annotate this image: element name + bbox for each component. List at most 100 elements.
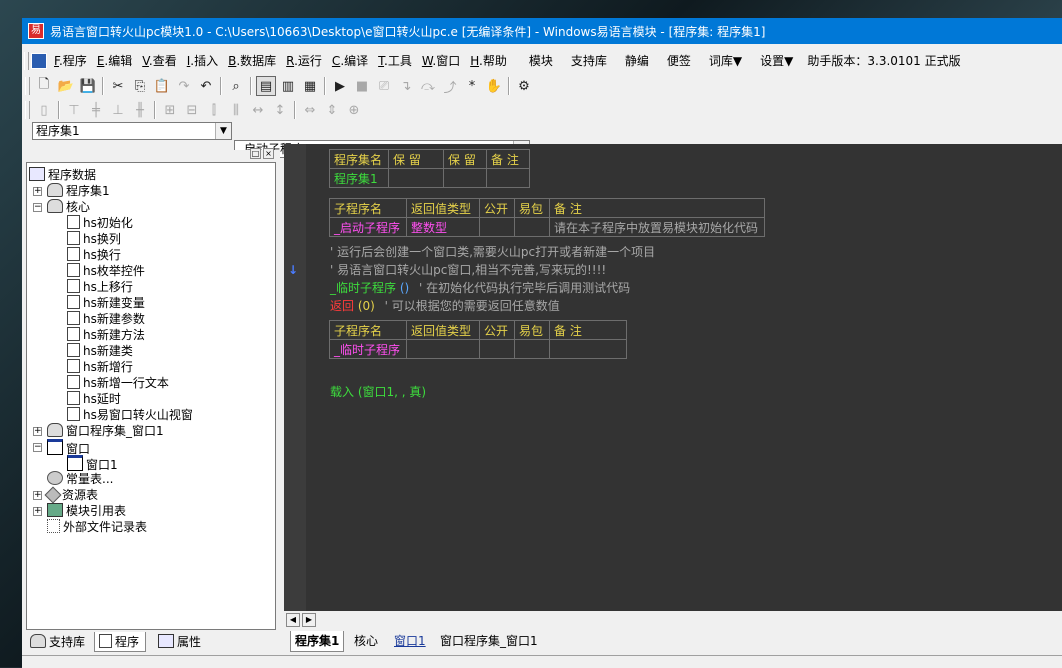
chevron-down-icon[interactable]: ▼ (215, 123, 231, 139)
open-folder-icon[interactable]: 📂 (56, 76, 76, 96)
table-cell[interactable] (479, 217, 515, 237)
code-return-line[interactable]: 返回 (0) ' 可以根据您的需要返回任意数值 (330, 298, 560, 314)
code-editor[interactable]: ↓ 程序集名 保 留 保 留 备 注 程序集1 子程序名 返回值类型 公开 易包… (284, 144, 1062, 611)
equal-width-icon[interactable]: ↔ (248, 100, 268, 120)
table-cell[interactable] (514, 217, 550, 237)
menu-view[interactable]: V.查看 (137, 51, 182, 71)
step-over-icon[interactable]: ⤼ (418, 76, 438, 96)
scroll-left-icon[interactable]: ◀ (286, 613, 300, 627)
tree-sub-hs-delay[interactable]: hs延时 (67, 391, 121, 407)
undo-icon[interactable]: ↶ (196, 76, 216, 96)
tree-root[interactable]: 程序数据 (29, 167, 96, 183)
table-cell[interactable] (486, 168, 530, 188)
collapse-icon[interactable]: − (33, 203, 42, 212)
assembly-table[interactable]: 程序集名 保 留 保 留 备 注 程序集1 (329, 149, 530, 188)
helper-icon[interactable]: ⚙ (514, 76, 534, 96)
remark-cell[interactable]: 请在本子程序中放置易模块初始化代码 (549, 217, 765, 237)
tree-sub-hs-row[interactable]: hs换行 (67, 247, 121, 263)
table-cell[interactable] (514, 339, 550, 359)
layout-view2-icon[interactable]: ▥ (278, 76, 298, 96)
toolbar-grip[interactable] (25, 77, 30, 95)
menu-module[interactable]: 模块 (524, 51, 558, 71)
redo-icon[interactable]: ↷ (174, 76, 194, 96)
copy-icon[interactable]: ⎘ (130, 76, 150, 96)
code-comment-line[interactable]: ' 易语言窗口转火山pc窗口,相当不完善,写来玩的!!!! (330, 262, 606, 278)
tree-node-constants[interactable]: 常量表... (47, 471, 113, 487)
table-cell[interactable] (406, 339, 480, 359)
align-left-icon[interactable]: ▯ (34, 100, 54, 120)
hand-icon[interactable]: ✋ (484, 76, 504, 96)
tree-node-window-assembly[interactable]: 窗口程序集_窗口1 (47, 423, 164, 439)
tree-node-external-files[interactable]: 外部文件记录表 (47, 519, 147, 535)
scroll-right-icon[interactable]: ▶ (302, 613, 316, 627)
menu-notes[interactable]: 便签 (662, 51, 696, 71)
menu-logo-icon[interactable] (31, 53, 47, 69)
tree-sub-hs-addtext[interactable]: hs新增一行文本 (67, 375, 169, 391)
title-bar[interactable]: 易 易语言窗口转火山pc模块1.0 - C:\Users\10663\Deskt… (22, 18, 1062, 44)
menu-program[interactable]: F.程序 (49, 51, 92, 71)
tab-program[interactable]: 程序 (94, 632, 147, 652)
panel-close-icon[interactable]: × (263, 148, 274, 159)
tab-window-assembly[interactable]: 窗口程序集_窗口1 (440, 631, 538, 651)
resize-width-icon[interactable]: ⇔ (300, 100, 320, 120)
tab-properties[interactable]: 属性 (154, 632, 207, 652)
tree-sub-hs-convert[interactable]: hs易窗口转火山视窗 (67, 407, 193, 423)
cut-icon[interactable]: ✂ (108, 76, 128, 96)
align-right-icon[interactable]: ╫ (130, 100, 150, 120)
tree-sub-hs-newclass[interactable]: hs新建类 (67, 343, 133, 359)
menu-window[interactable]: W.窗口 (417, 51, 465, 71)
tree-sub-hs-enum[interactable]: hs枚举控件 (67, 263, 145, 279)
menu-lexicon[interactable]: 词库▼ (704, 51, 747, 71)
layout-view3-icon[interactable]: ▦ (300, 76, 320, 96)
equal-height-icon[interactable]: ↕ (270, 100, 290, 120)
subroutine-table-temp[interactable]: 子程序名 返回值类型 公开 易包 备 注 _临时子程序 (329, 320, 627, 359)
run-icon[interactable]: ▶ (330, 76, 350, 96)
table-cell[interactable] (479, 339, 515, 359)
resize-height-icon[interactable]: ⇕ (322, 100, 342, 120)
resize-both-icon[interactable]: ⊕ (344, 100, 364, 120)
table-cell[interactable] (388, 168, 444, 188)
tree-sub-hs-init[interactable]: hs初始化 (67, 215, 133, 231)
tree-node-assembly1[interactable]: 程序集1 (47, 183, 110, 199)
panel-restore-icon[interactable]: □ (250, 148, 261, 159)
find-icon[interactable]: ⌕ (226, 76, 246, 96)
expand-icon[interactable]: + (33, 187, 42, 196)
breakpoint-icon[interactable]: * (462, 76, 482, 96)
subroutine-table-start[interactable]: 子程序名 返回值类型 公开 易包 备 注 _启动子程序 整数型 请在本子程序中放… (329, 198, 765, 237)
space-h-icon[interactable]: ⫿ (204, 100, 224, 120)
expand-icon[interactable]: + (33, 507, 42, 516)
align-hcenter-icon[interactable]: ╪ (86, 100, 106, 120)
subroutine-name-cell[interactable]: _启动子程序 (329, 217, 407, 237)
menu-tools[interactable]: T.工具 (373, 51, 417, 71)
code-hscrollbar[interactable]: ◀ ▶ (284, 611, 1062, 629)
menu-run[interactable]: R.运行 (281, 51, 327, 71)
tree-sub-hs-newvar[interactable]: hs新建变量 (67, 295, 145, 311)
save-icon[interactable]: 💾 (78, 76, 98, 96)
expand-icon[interactable]: + (33, 491, 42, 500)
tab-support-lib[interactable]: 支持库 (26, 632, 91, 652)
toolbar2-grip[interactable] (25, 101, 30, 119)
tree-node-core[interactable]: 核心 (47, 199, 90, 215)
stop-icon[interactable]: ■ (352, 76, 372, 96)
menu-support-lib[interactable]: 支持库 (566, 51, 612, 71)
center-v-icon[interactable]: ⊟ (182, 100, 202, 120)
tree-sub-hs-newparam[interactable]: hs新建参数 (67, 311, 145, 327)
align-top-icon[interactable]: ⊤ (64, 100, 84, 120)
assembly-select[interactable]: 程序集1 ▼ (32, 122, 232, 140)
return-type-cell[interactable]: 整数型 (406, 217, 480, 237)
tree-sub-hs-col[interactable]: hs换列 (67, 231, 121, 247)
tree-sub-hs-addrow[interactable]: hs新增行 (67, 359, 133, 375)
tree-sub-hs-moveup[interactable]: hs上移行 (67, 279, 133, 295)
tab-window1[interactable]: 窗口1 (394, 631, 426, 651)
space-v-icon[interactable]: ⫼ (226, 100, 246, 120)
menu-compile[interactable]: C.编译 (327, 51, 373, 71)
tree-node-modules[interactable]: 模块引用表 (47, 503, 126, 519)
layout-view1-icon[interactable]: ▤ (256, 76, 276, 96)
center-h-icon[interactable]: ⊞ (160, 100, 180, 120)
step-icon[interactable]: ⎚ (374, 76, 394, 96)
tree-node-resources[interactable]: 资源表 (44, 486, 98, 504)
menu-settings[interactable]: 设置▼ (755, 51, 798, 71)
step-into-icon[interactable]: ↴ (396, 76, 416, 96)
table-cell[interactable] (443, 168, 487, 188)
tree-sub-hs-newmethod[interactable]: hs新建方法 (67, 327, 145, 343)
